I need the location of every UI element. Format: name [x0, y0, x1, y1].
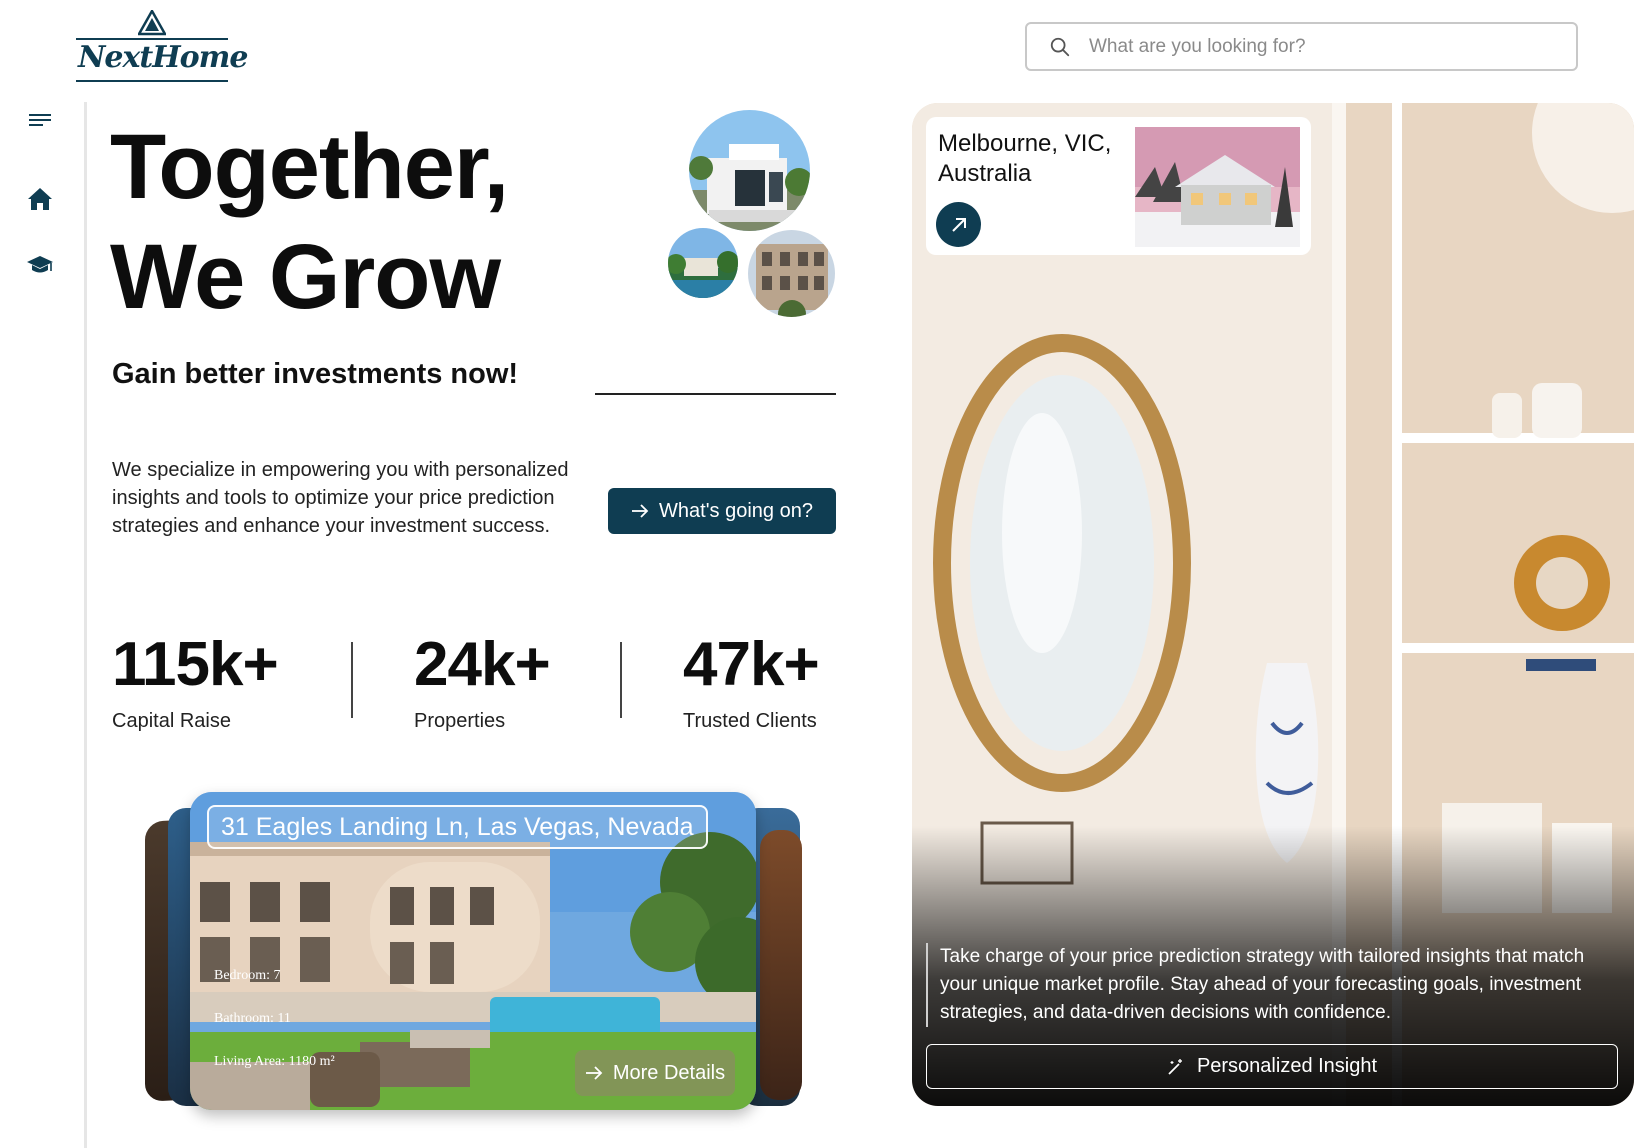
hero-title: Together, We Grow [110, 112, 509, 332]
subtitle-rule [595, 393, 836, 395]
feature-panel: Melbourne, VIC, Australia Take charge of… [912, 103, 1634, 1106]
sidebar-item-home[interactable] [24, 183, 56, 215]
home-icon [28, 188, 52, 210]
feature-description: Take charge of your price prediction str… [926, 943, 1606, 1027]
insight-label: Personalized Insight [1196, 1055, 1378, 1077]
stat-trusted-clients: 47k+ Trusted Clients [683, 630, 820, 733]
stat-value: 24k+ [414, 630, 551, 699]
menu-button[interactable] [24, 104, 56, 136]
hero-title-line-1: Together, [110, 116, 509, 218]
arrow-right-icon [585, 1066, 603, 1080]
cta-label: What's going on? [659, 499, 813, 522]
property-bathroom: Bathroom: 11 [214, 1011, 291, 1026]
search-input[interactable] [1089, 35, 1559, 58]
property-card-back[interactable] [760, 830, 802, 1100]
stat-divider [351, 642, 353, 718]
tropical-villa-photo [668, 228, 738, 298]
graduation-cap-icon [27, 256, 53, 273]
location-title: Melbourne, VIC, Australia [938, 130, 1112, 187]
hero-title-line-2: We Grow [110, 226, 501, 328]
sidebar-divider [84, 102, 87, 1148]
stat-label: Properties [414, 710, 506, 732]
arrow-right-icon [632, 504, 649, 518]
logo-roof-icon [138, 10, 166, 36]
property-bedroom: Bedroom: 7 [214, 968, 281, 983]
personalized-insight-button[interactable]: Personalized Insight [926, 1044, 1618, 1089]
property-living-area: Living Area: 1180 m² [214, 1054, 335, 1069]
brand-logo[interactable]: NextHome [76, 8, 248, 86]
logo-wordmark: NextHome [78, 40, 248, 75]
stat-label: Capital Raise [112, 710, 231, 732]
location-card[interactable]: Melbourne, VIC, Australia [926, 117, 1311, 255]
hero-description: We specialize in empowering you with per… [112, 459, 569, 537]
stat-divider [620, 642, 622, 718]
hero-subtitle: Gain better investments now! [112, 358, 519, 390]
search-bar[interactable] [1025, 22, 1578, 71]
more-details-label: More Details [612, 1061, 726, 1084]
classic-mansion-photo [748, 230, 835, 317]
stat-value: 47k+ [683, 630, 820, 699]
stat-label: Trusted Clients [683, 710, 817, 732]
modern-house-photo [689, 110, 810, 231]
property-card[interactable]: 31 Eagles Landing Ln, Las Vegas, Nevada … [190, 792, 756, 1110]
open-location-button[interactable] [936, 202, 981, 247]
sidebar-item-education[interactable] [24, 249, 56, 281]
melbourne-house-photo [1135, 127, 1300, 247]
more-details-button[interactable]: More Details [575, 1050, 735, 1096]
stat-capital-raise: 115k+ Capital Raise [112, 630, 279, 733]
stat-value: 115k+ [112, 630, 279, 699]
stat-properties: 24k+ Properties [414, 630, 551, 733]
magic-wand-icon [1168, 1058, 1182, 1075]
property-address: 31 Eagles Landing Ln, Las Vegas, Nevada [207, 805, 708, 849]
whats-going-on-button[interactable]: What's going on? [608, 488, 836, 534]
search-icon [1050, 37, 1070, 56]
arrow-up-right-icon [951, 217, 966, 232]
hamburger-menu-icon [29, 114, 51, 126]
